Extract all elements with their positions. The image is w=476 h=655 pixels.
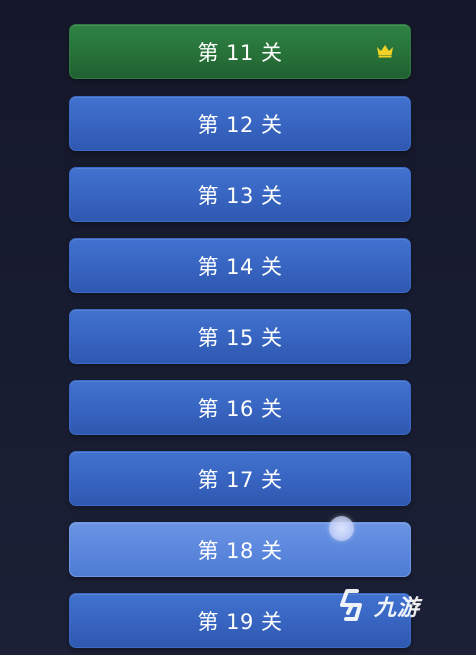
level-14-button[interactable]: 第 14 关 bbox=[69, 238, 411, 293]
level-label: 第 15 关 bbox=[197, 325, 283, 350]
level-16-button[interactable]: 第 16 关 bbox=[69, 380, 411, 435]
level-15-button[interactable]: 第 15 关 bbox=[69, 309, 411, 364]
level-label: 第 18 关 bbox=[197, 538, 283, 563]
level-label: 第 11 关 bbox=[197, 40, 283, 65]
level-11-button[interactable]: 第 11 关 bbox=[69, 24, 411, 79]
level-list: 第 11 关 第 12 关 第 13 关 第 14 关 第 15 关 第 16 … bbox=[0, 0, 476, 655]
level-18-button[interactable]: 第 18 关 bbox=[69, 522, 411, 577]
level-label: 第 17 关 bbox=[197, 467, 283, 492]
crown-icon bbox=[377, 45, 393, 58]
level-label: 第 14 关 bbox=[197, 254, 283, 279]
touch-indicator bbox=[329, 516, 354, 541]
level-12-button[interactable]: 第 12 关 bbox=[69, 96, 411, 151]
watermark: 九游 bbox=[338, 586, 443, 626]
level-13-button[interactable]: 第 13 关 bbox=[69, 167, 411, 222]
level-label: 第 19 关 bbox=[197, 609, 283, 634]
level-label: 第 13 关 bbox=[197, 183, 283, 208]
level-17-button[interactable]: 第 17 关 bbox=[69, 451, 411, 506]
jiuyou-logo-icon bbox=[340, 589, 362, 621]
level-label: 第 16 关 bbox=[197, 396, 283, 421]
watermark-text: 九游 bbox=[374, 596, 421, 621]
level-label: 第 12 关 bbox=[197, 112, 283, 137]
